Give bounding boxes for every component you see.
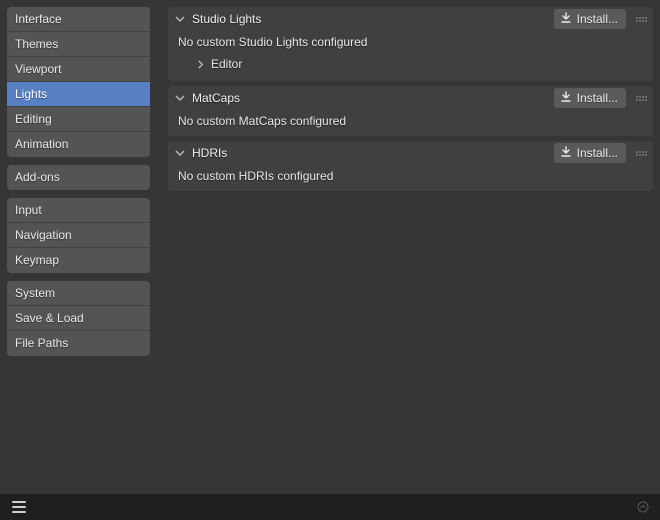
install-label: Install... [577,91,618,105]
panel-body: No custom Studio Lights configured Edito… [168,31,653,75]
panel-hdris: HDRIs Install... No custom HDRIs configu… [168,141,653,191]
chevron-down-icon[interactable] [174,147,186,159]
panel-matcaps: MatCaps Install... No custom MatCaps con… [168,86,653,136]
panel-title: Studio Lights [192,12,261,26]
sidebar-item-system[interactable]: System [7,281,150,306]
import-icon [560,91,572,106]
sidebar-group: Interface Themes Viewport Lights Editing… [7,7,150,157]
empty-text: No custom HDRIs configured [178,169,643,183]
sidebar-item-animation[interactable]: Animation [7,132,150,157]
sidebar-item-editing[interactable]: Editing [7,107,150,132]
drag-handle-icon[interactable] [635,96,647,101]
sidebar-group: Add-ons [7,165,150,190]
install-label: Install... [577,12,618,26]
import-icon [560,146,572,161]
editor-disclosure[interactable]: Editor [196,57,643,71]
sidebar-item-save-load[interactable]: Save & Load [7,306,150,331]
sidebar-item-themes[interactable]: Themes [7,32,150,57]
panel-title: MatCaps [192,91,240,105]
panel-header: HDRIs Install... [168,141,653,165]
panel-header: Studio Lights Install... [168,7,653,31]
sidebar-item-file-paths[interactable]: File Paths [7,331,150,356]
sidebar-item-addons[interactable]: Add-ons [7,165,150,190]
panel-body: No custom HDRIs configured [168,165,653,185]
install-label: Install... [577,146,618,160]
install-button[interactable]: Install... [554,88,626,108]
import-icon [560,12,572,27]
panel-title: HDRIs [192,146,227,160]
status-bar [0,494,660,520]
sidebar-item-viewport[interactable]: Viewport [7,57,150,82]
panel-studio-lights: Studio Lights Install... No custom Studi… [168,7,653,81]
panel-body: No custom MatCaps configured [168,110,653,130]
sidebar-item-lights[interactable]: Lights [7,82,150,107]
sidebar-item-keymap[interactable]: Keymap [7,248,150,273]
hamburger-icon[interactable] [10,498,28,516]
empty-text: No custom MatCaps configured [178,114,643,128]
sidebar-item-input[interactable]: Input [7,198,150,223]
editor-label: Editor [211,57,242,71]
sidebar-item-navigation[interactable]: Navigation [7,223,150,248]
chevron-right-icon [196,60,205,69]
main-content: Studio Lights Install... No custom Studi… [168,7,653,520]
sidebar-item-interface[interactable]: Interface [7,7,150,32]
sidebar: Interface Themes Viewport Lights Editing… [7,7,150,520]
chevron-down-icon[interactable] [174,92,186,104]
drag-handle-icon[interactable] [635,17,647,22]
preferences-root: Interface Themes Viewport Lights Editing… [0,0,660,520]
install-button[interactable]: Install... [554,143,626,163]
install-button[interactable]: Install... [554,9,626,29]
panel-header: MatCaps Install... [168,86,653,110]
empty-text: No custom Studio Lights configured [178,35,643,49]
drag-handle-icon[interactable] [635,151,647,156]
sidebar-group: System Save & Load File Paths [7,281,150,356]
sidebar-group: Input Navigation Keymap [7,198,150,273]
back-to-top-icon[interactable] [636,500,650,514]
chevron-down-icon[interactable] [174,13,186,25]
